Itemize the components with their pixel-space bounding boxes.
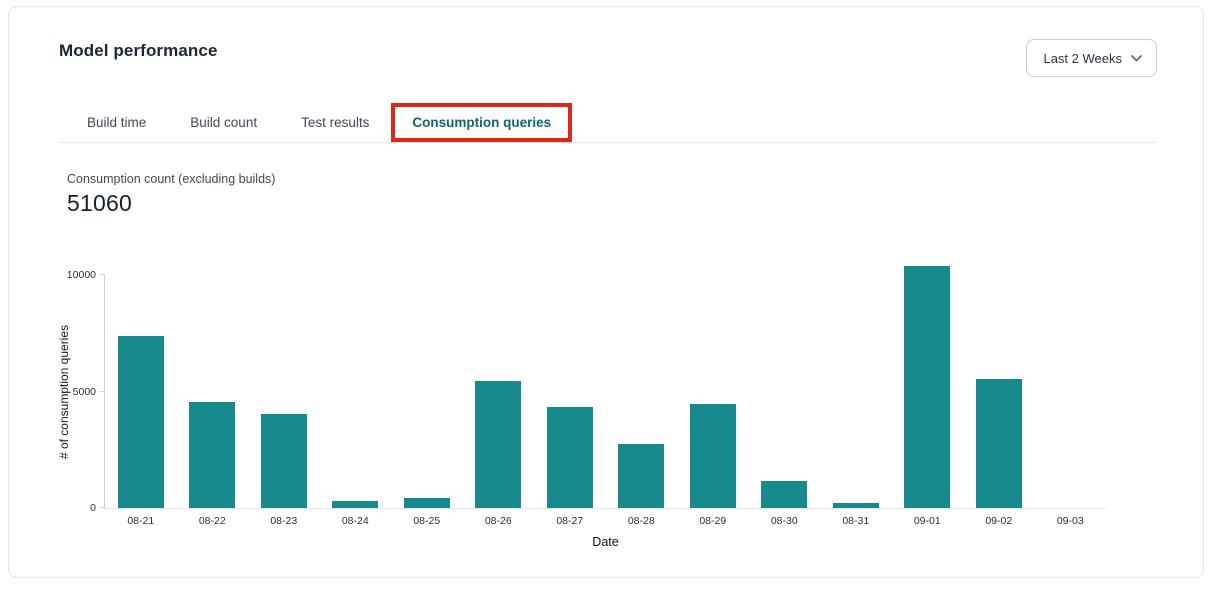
annotation-highlight-box: Consumption queries: [391, 103, 572, 142]
bar-slot-08-27: 08-27: [534, 275, 606, 508]
date-range-value: Last 2 Weeks: [1043, 51, 1122, 66]
x-tick-label: 09-03: [1035, 515, 1107, 527]
y-tick-label: 10000: [67, 269, 96, 281]
bar-slot-08-28: 08-28: [606, 275, 678, 508]
tabs: Build timeBuild countTest resultsConsump…: [65, 103, 572, 142]
bar-slot-08-21: 08-21: [105, 275, 177, 508]
y-tick-mark: [100, 507, 105, 508]
consumption-bar-chart: # of consumption queries 08-2108-2208-23…: [104, 275, 1106, 509]
x-tick-label: 08-21: [105, 515, 177, 527]
y-tick-mark: [100, 274, 105, 275]
chevron-down-icon: [1131, 55, 1142, 62]
x-tick-label: 08-31: [820, 515, 892, 527]
x-tick-label: 08-30: [749, 515, 821, 527]
bars: 08-2108-2208-2308-2408-2508-2608-2708-28…: [105, 275, 1106, 508]
bar-slot-08-23: 08-23: [248, 275, 320, 508]
x-tick-label: 08-24: [320, 515, 392, 527]
bar-08-21: [118, 336, 164, 508]
bar-08-30: [761, 481, 807, 508]
metric-block: Consumption count (excluding builds) 510…: [67, 172, 275, 217]
tab-consumption-queries[interactable]: Consumption queries: [395, 107, 568, 138]
bar-08-25: [404, 498, 450, 508]
model-performance-card: Model performance Last 2 Weeks Build tim…: [8, 6, 1204, 578]
y-axis-title: # of consumption queries: [57, 324, 71, 458]
bar-08-28: [618, 444, 664, 508]
x-tick-label: 08-23: [248, 515, 320, 527]
x-tick-label: 08-28: [606, 515, 678, 527]
bar-slot-09-02: 09-02: [963, 275, 1035, 508]
tab-test-results[interactable]: Test results: [279, 103, 391, 142]
bar-slot-08-31: 08-31: [820, 275, 892, 508]
bar-slot-08-30: 08-30: [749, 275, 821, 508]
bar-slot-08-25: 08-25: [391, 275, 463, 508]
bar-08-26: [475, 381, 521, 508]
bar-08-24: [332, 501, 378, 508]
bar-09-02: [976, 379, 1022, 508]
bar-slot-08-29: 08-29: [677, 275, 749, 508]
y-tick-label: 0: [90, 502, 96, 514]
bar-08-31: [833, 503, 879, 508]
x-axis-title: Date: [105, 535, 1106, 549]
bar-08-22: [189, 402, 235, 508]
x-tick-label: 08-26: [463, 515, 535, 527]
y-tick-mark: [100, 391, 105, 392]
bar-slot-08-24: 08-24: [320, 275, 392, 508]
bar-09-01: [904, 266, 950, 508]
bar-slot-09-03: 09-03: [1035, 275, 1107, 508]
page-title: Model performance: [59, 39, 218, 63]
bar-08-27: [547, 407, 593, 508]
card-header: Model performance Last 2 Weeks: [59, 39, 1157, 77]
tab-build-time[interactable]: Build time: [65, 103, 168, 142]
metric-label: Consumption count (excluding builds): [67, 172, 275, 186]
x-tick-label: 08-29: [677, 515, 749, 527]
x-tick-label: 08-22: [177, 515, 249, 527]
y-tick-label: 5000: [73, 386, 96, 398]
x-tick-label: 09-02: [963, 515, 1035, 527]
date-range-dropdown[interactable]: Last 2 Weeks: [1026, 39, 1157, 77]
metric-value: 51060: [67, 190, 275, 217]
bar-08-29: [690, 404, 736, 508]
page-background: Model performance Last 2 Weeks Build tim…: [0, 0, 1228, 590]
bar-08-23: [261, 414, 307, 508]
bar-slot-08-22: 08-22: [177, 275, 249, 508]
x-tick-label: 08-27: [534, 515, 606, 527]
bar-slot-09-01: 09-01: [892, 275, 964, 508]
tab-build-count[interactable]: Build count: [168, 103, 279, 142]
tabs-divider: [59, 142, 1156, 143]
x-tick-label: 08-25: [391, 515, 463, 527]
x-tick-label: 09-01: [892, 515, 964, 527]
bar-slot-08-26: 08-26: [463, 275, 535, 508]
